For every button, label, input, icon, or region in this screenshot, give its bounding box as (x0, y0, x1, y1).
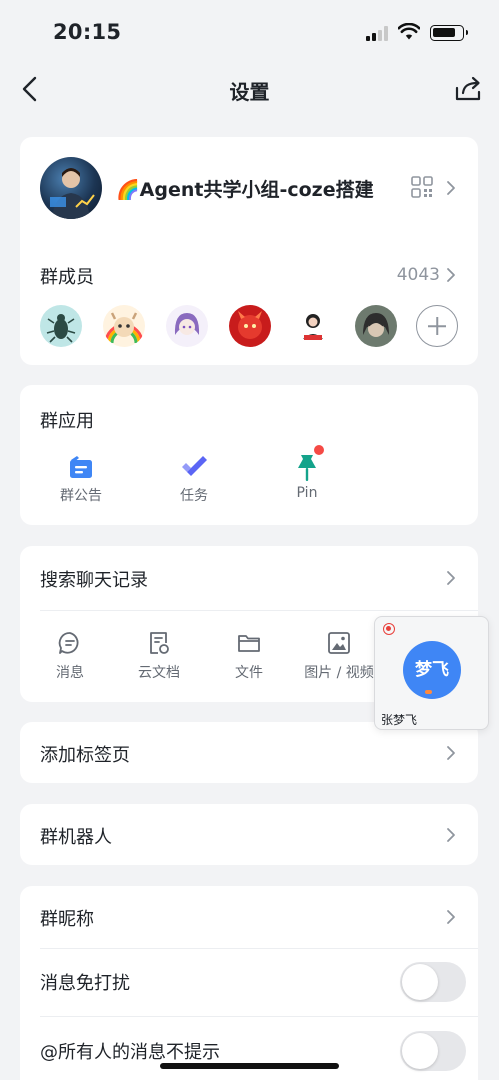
chevron-right-icon (447, 571, 455, 585)
app-label: 群公告 (60, 488, 102, 504)
share-icon[interactable] (453, 74, 483, 104)
folder-icon (236, 630, 262, 656)
group-info-card: 🌈Agent共学小组-coze搭建 群成员 4043 (20, 137, 478, 365)
floating-call-window[interactable]: 梦飞 张梦飞 (374, 616, 489, 730)
app-announcement[interactable]: 群公告 (41, 451, 121, 505)
group-avatar[interactable] (40, 157, 102, 219)
group-nickname-label[interactable]: 群昵称 (40, 905, 94, 931)
mute-toggle[interactable] (400, 962, 466, 1002)
search-history-title[interactable]: 搜索聊天记录 (40, 566, 148, 592)
caller-avatar: 梦飞 (403, 641, 461, 699)
cellular-signal-icon (366, 26, 390, 41)
group-apps-title: 群应用 (40, 411, 94, 432)
add-tab-label: 添加标签页 (40, 745, 130, 766)
group-preferences-card: 群昵称 消息免打扰 @所有人的消息不提示 (20, 886, 478, 1080)
status-time: 20:15 (53, 20, 122, 44)
group-bots-label: 群机器人 (40, 827, 112, 848)
pin-icon (291, 444, 325, 483)
app-label: 任务 (180, 488, 208, 504)
member-avatar[interactable] (166, 305, 208, 347)
home-indicator (160, 1063, 339, 1069)
member-avatar[interactable] (103, 305, 145, 347)
chevron-right-icon (447, 910, 455, 924)
message-icon (57, 630, 83, 656)
task-check-icon (178, 451, 210, 483)
mention-all-toggle[interactable] (400, 1031, 466, 1071)
history-files[interactable]: 文件 (214, 630, 284, 682)
recording-icon (383, 623, 395, 635)
speaking-indicator (425, 690, 432, 694)
chevron-right-icon (447, 828, 455, 842)
history-messages[interactable]: 消息 (35, 630, 105, 682)
members-count[interactable]: 4043 (397, 265, 440, 285)
status-bar: 20:15 (0, 0, 499, 66)
page-title: 设置 (229, 80, 270, 104)
qr-code-icon[interactable] (411, 176, 433, 198)
app-pin[interactable]: Pin (267, 444, 347, 501)
chevron-right-icon (447, 268, 455, 282)
image-icon (326, 630, 352, 656)
group-name[interactable]: 🌈Agent共学小组-coze搭建 (116, 175, 374, 202)
history-cloud-docs[interactable]: 云文档 (124, 630, 194, 682)
group-apps-card: 群应用 群公告 任务 Pin (20, 385, 478, 525)
mute-label: 消息免打扰 (40, 973, 130, 994)
add-tab-row[interactable]: 添加标签页 (20, 722, 478, 783)
history-media[interactable]: 图片 / 视频 (304, 630, 374, 682)
group-bots-row[interactable]: 群机器人 (20, 804, 478, 865)
divider (40, 610, 478, 611)
divider (40, 948, 478, 949)
chevron-right-icon (447, 181, 455, 195)
history-label: 文件 (235, 665, 263, 681)
battery-icon (430, 25, 468, 41)
wifi-icon (398, 23, 420, 40)
chevron-right-icon (447, 746, 455, 760)
add-member-button[interactable] (416, 305, 458, 347)
member-avatar[interactable] (292, 305, 334, 347)
member-avatar[interactable] (229, 305, 271, 347)
mention-all-label: @所有人的消息不提示 (40, 1042, 220, 1063)
app-task[interactable]: 任务 (154, 451, 234, 505)
history-label: 消息 (56, 665, 84, 681)
cloud-doc-icon (146, 630, 172, 656)
caller-name: 张梦飞 (381, 713, 418, 727)
history-label: 云文档 (138, 665, 180, 681)
members-label[interactable]: 群成员 (40, 263, 94, 289)
member-avatar[interactable] (40, 305, 82, 347)
app-label: Pin (296, 485, 318, 501)
pin-badge-dot (313, 444, 325, 456)
nav-bar: 设置 (0, 66, 499, 112)
announcement-icon (65, 451, 97, 483)
history-label: 图片 / 视频 (304, 665, 374, 681)
member-avatar[interactable] (355, 305, 397, 347)
divider (40, 1016, 478, 1017)
